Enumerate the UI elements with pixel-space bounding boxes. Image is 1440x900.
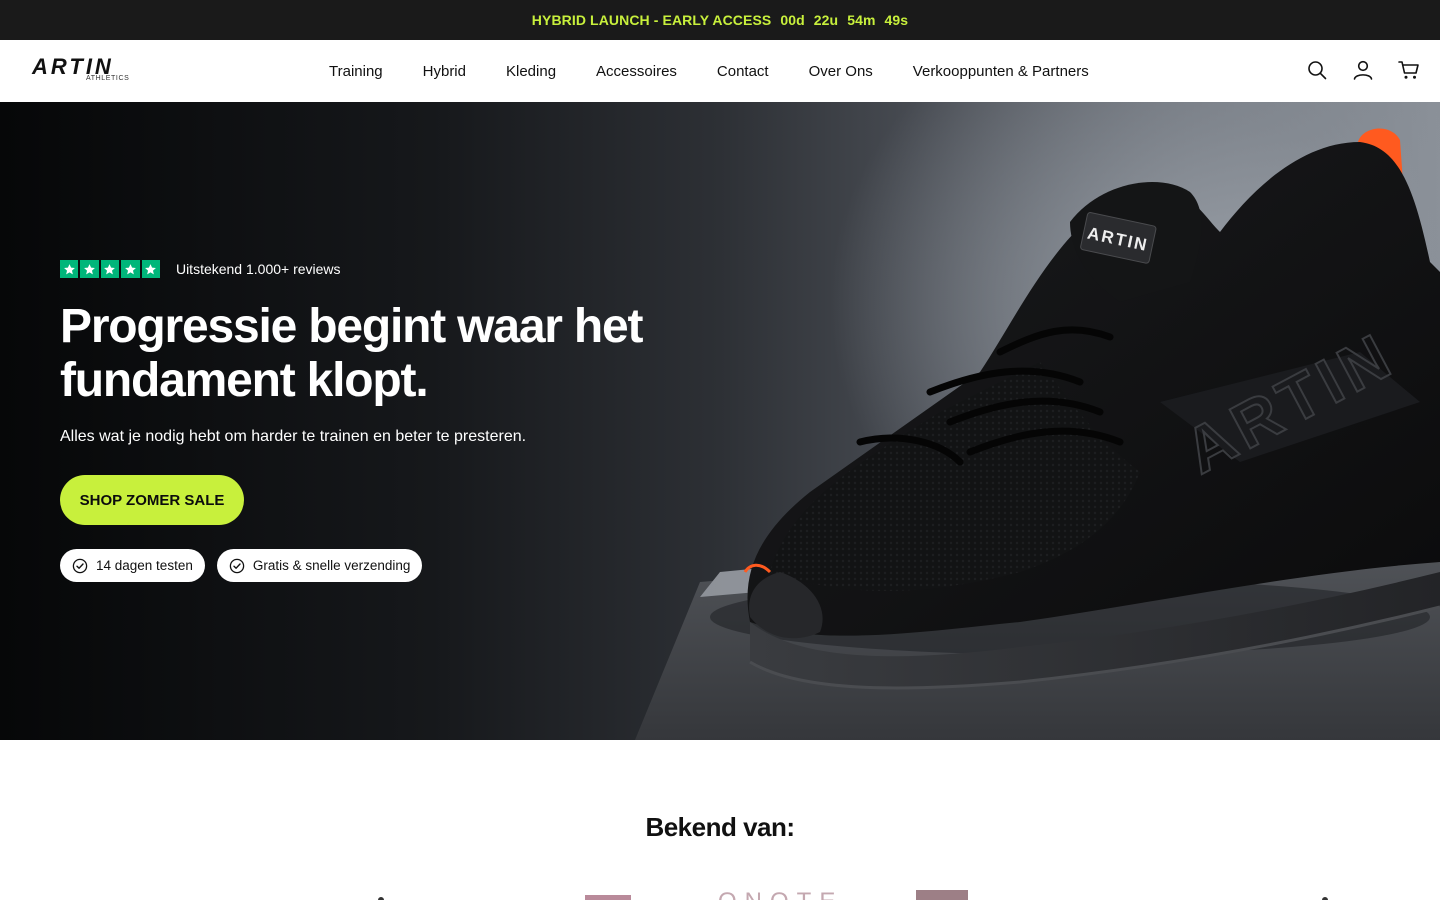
rating-stars	[60, 260, 160, 278]
rating-text: Uitstekend 1.000+ reviews	[175, 261, 341, 277]
brand-sub: ATHLETICS	[86, 75, 130, 82]
star-icon	[80, 260, 99, 278]
shop-sale-button[interactable]: SHOP ZOMER SALE	[60, 475, 244, 525]
usp-badges: 14 dagen testen Gratis & snelle verzendi…	[60, 549, 423, 582]
press-section: Bekend van: ONOTE	[0, 740, 1440, 900]
check-circle-icon	[229, 558, 245, 573]
nav-item-contact[interactable]: Contact	[697, 63, 789, 80]
countdown: 00d 22u 54m 49s	[780, 12, 908, 28]
countdown-hours: 22u	[813, 12, 839, 28]
main-nav: Training Hybrid Kleding Accessoires Cont…	[309, 40, 1109, 102]
trustpilot-rating[interactable]: Uitstekend 1.000+ reviews	[60, 260, 341, 278]
nav-item-accessoires[interactable]: Accessoires	[576, 63, 697, 80]
star-icon	[100, 260, 120, 278]
announcement-bar: HYBRID LAUNCH - EARLY ACCESS 00d 22u 54m…	[0, 0, 1440, 40]
hero-banner: ARTIN ARTIN Uitstekend 1.000+ reviews Pr…	[0, 102, 1440, 740]
check-circle-icon	[72, 558, 88, 573]
hero-headline: Progressie begint waar het fundament klo…	[60, 300, 644, 407]
usp-label: Gratis & snelle verzending	[252, 558, 411, 573]
hero-subline: Alles wat je nodig hebt om harder te tra…	[60, 428, 527, 445]
usp-badge: 14 dagen testen	[60, 549, 205, 582]
usp-label: 14 dagen testen	[96, 558, 193, 573]
nav-item-verkooppunten[interactable]: Verkooppunten & Partners	[893, 63, 1109, 80]
press-logo-4	[916, 890, 968, 900]
star-icon	[141, 260, 160, 278]
nav-item-kleding[interactable]: Kleding	[486, 63, 576, 80]
press-title: Bekend van:	[645, 812, 795, 842]
nav-item-hybrid[interactable]: Hybrid	[403, 63, 486, 80]
star-icon	[121, 260, 140, 278]
press-logo-onote: ONOTE	[718, 892, 858, 900]
cart-icon[interactable]	[1398, 57, 1420, 83]
countdown-minutes: 54m	[847, 12, 876, 28]
star-icon	[60, 260, 79, 278]
press-logo-1	[378, 897, 384, 900]
countdown-seconds: 49s	[884, 12, 909, 28]
announcement-text: HYBRID LAUNCH - EARLY ACCESS	[531, 12, 772, 28]
press-logo-2	[585, 895, 631, 900]
site-header: ARTIN ATHLETICS Training Hybrid Kleding …	[0, 40, 1440, 102]
hero-content: Uitstekend 1.000+ reviews Progressie beg…	[60, 102, 760, 740]
account-icon[interactable]	[1352, 57, 1374, 83]
nav-item-over-ons[interactable]: Over Ons	[789, 63, 893, 80]
header-icons	[1306, 57, 1420, 83]
nav-item-training[interactable]: Training	[309, 63, 403, 80]
usp-badge: Gratis & snelle verzending	[216, 549, 423, 582]
countdown-days: 00d	[780, 12, 805, 28]
press-logo-5	[1322, 897, 1328, 900]
search-icon[interactable]	[1306, 57, 1328, 83]
brand-logo[interactable]: ARTIN ATHLETICS	[32, 56, 132, 86]
